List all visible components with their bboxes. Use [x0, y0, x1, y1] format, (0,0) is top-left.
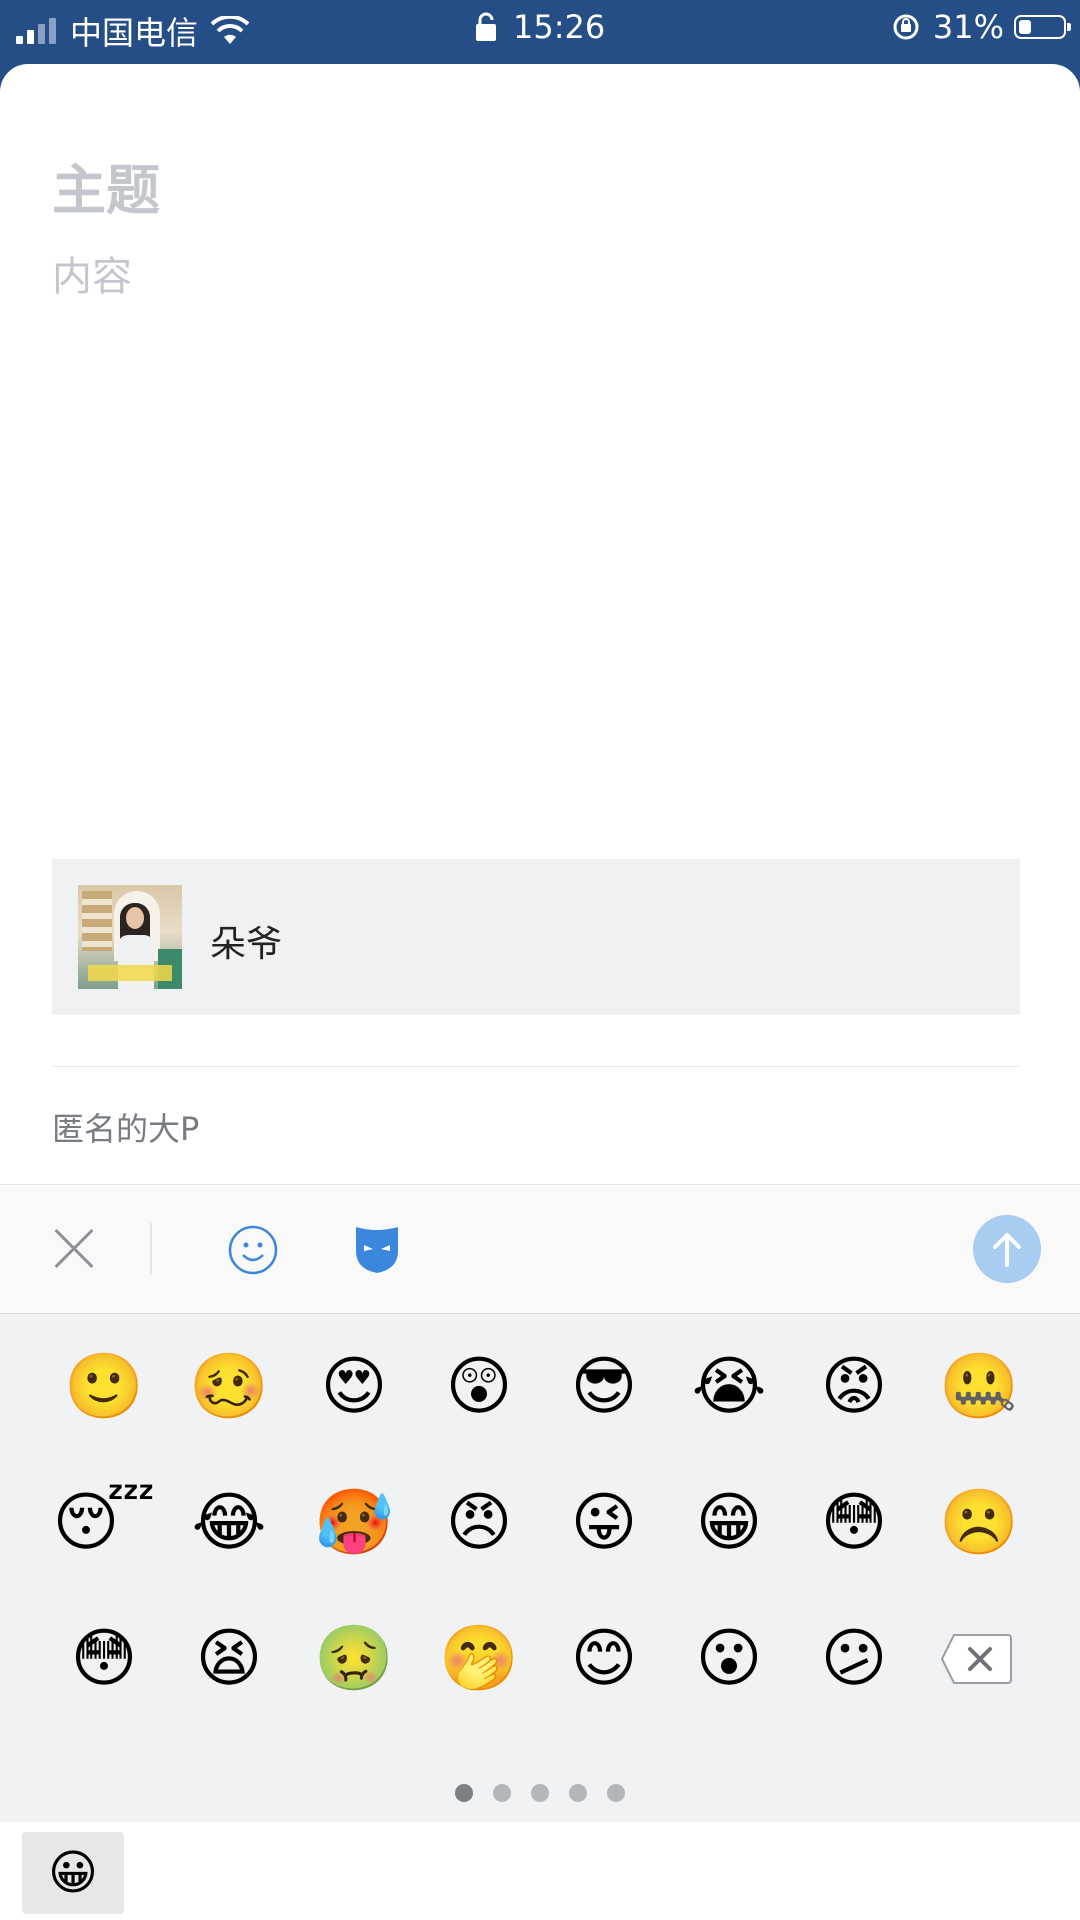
close-icon[interactable] — [52, 1227, 96, 1271]
send-button[interactable] — [973, 1215, 1041, 1283]
page-dot[interactable] — [607, 1784, 625, 1802]
emoji-panel: 🙂 🥴 😍 😲 😎 😭 😡 🤐 😴 😂 🥵 😠 😜 😁 😳 ☹️ 😳 😫 🤢 🤭 😊 😮 😕 — [0, 1314, 1080, 1822]
rotation-lock-icon — [893, 14, 919, 40]
compose-sheet: 主题 内容 朵爷 匿名的大P 🙂 🥴 😍 😲 😎 😭 😡 🤐 😴 😂 🥵 😠 😜 😁 — [0, 64, 1080, 1920]
emoji-key[interactable]: 😡 — [792, 1337, 916, 1437]
emoji-key[interactable]: 😳 — [792, 1473, 916, 1573]
mask-icon[interactable] — [354, 1225, 400, 1275]
lock-icon — [475, 12, 496, 41]
backspace-icon[interactable] — [940, 1633, 1012, 1685]
attachment-name: 朵爷 — [210, 924, 283, 965]
emoji-key[interactable]: 😁 — [667, 1473, 791, 1573]
emoji-key[interactable]: 🤢 — [292, 1609, 416, 1709]
emoji-key[interactable]: 😜 — [542, 1473, 666, 1573]
emoji-category-bar: 😀 — [0, 1822, 1080, 1920]
content-input[interactable]: 内容 — [52, 244, 132, 302]
battery-icon — [1014, 15, 1071, 39]
emoji-key[interactable]: 😂 — [167, 1473, 291, 1573]
attachment-thumbnail — [78, 885, 182, 989]
emoji-key[interactable]: 🤐 — [917, 1337, 1041, 1437]
emoji-key[interactable]: 😭 — [667, 1337, 791, 1437]
emoji-key[interactable]: 😠 — [417, 1473, 541, 1573]
smiley-icon[interactable] — [228, 1225, 278, 1275]
subject-input[interactable]: 主题 — [52, 146, 160, 225]
page-dot[interactable] — [493, 1784, 511, 1802]
status-bar: 中国电信 15:26 31% — [0, 0, 1080, 60]
clock-time: 15:26 — [512, 8, 606, 46]
page-dot[interactable] — [569, 1784, 587, 1802]
emoji-key[interactable]: 🥴 — [167, 1337, 291, 1437]
emoji-key[interactable]: 🥵 — [292, 1473, 416, 1573]
emoji-key[interactable]: 😲 — [417, 1337, 541, 1437]
emoji-key[interactable]: 😳 — [42, 1609, 166, 1709]
emoji-key[interactable]: 😎 — [542, 1337, 666, 1437]
emoji-key[interactable]: 😴 — [42, 1473, 166, 1573]
page-indicator — [0, 1784, 1080, 1802]
emoji-key[interactable]: 🤭 — [417, 1609, 541, 1709]
page-dot[interactable] — [531, 1784, 549, 1802]
emoji-key[interactable]: 😍 — [292, 1337, 416, 1437]
emoji-key[interactable]: 😊 — [542, 1609, 666, 1709]
toolbar-separator — [150, 1223, 152, 1275]
divider — [52, 1066, 1020, 1067]
attachment-card[interactable]: 朵爷 — [52, 859, 1020, 1015]
emoji-key[interactable]: ☹️ — [917, 1473, 1041, 1573]
emoji-key[interactable]: 🙂 — [42, 1337, 166, 1437]
emoji-key[interactable]: 😮 — [667, 1609, 791, 1709]
emoji-category-tab[interactable]: 😀 — [22, 1832, 124, 1914]
anonymous-identity-label[interactable]: 匿名的大P — [52, 1104, 199, 1150]
compose-toolbar — [0, 1185, 1080, 1314]
page-dot[interactable] — [455, 1784, 473, 1802]
emoji-key[interactable]: 😕 — [792, 1609, 916, 1709]
battery-percent: 31% — [932, 8, 1004, 46]
emoji-key[interactable]: 😫 — [167, 1609, 291, 1709]
